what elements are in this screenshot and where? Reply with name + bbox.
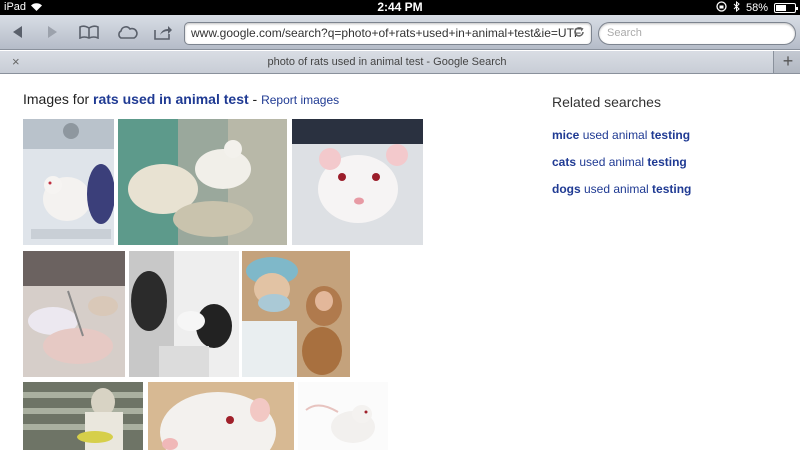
related-term: cats	[552, 155, 577, 169]
rat-dissection-photo	[23, 251, 125, 377]
related-text: used animal	[579, 128, 651, 142]
tab-title: photo of rats used in animal test - Goog…	[267, 56, 507, 68]
back-button[interactable]	[4, 21, 30, 43]
related-term: testing	[652, 182, 692, 196]
reload-icon[interactable]	[573, 25, 585, 41]
image-result[interactable]	[148, 382, 294, 450]
clock: 2:44 PM	[377, 0, 423, 14]
image-result[interactable]	[298, 382, 388, 450]
icloud-tabs-button[interactable]	[114, 21, 140, 43]
related-term: dogs	[552, 182, 581, 196]
rat-on-scale-photo	[23, 119, 114, 245]
browser-toolbar: www.google.com/search?q=photo+of+rats+us…	[0, 15, 800, 50]
image-result[interactable]	[292, 119, 423, 245]
forward-arrow-icon	[48, 26, 57, 38]
tab-active[interactable]: × photo of rats used in animal test - Go…	[0, 51, 774, 73]
status-bar: iPad 2:44 PM 58%	[0, 0, 800, 15]
lab-worker-with-cages-photo	[23, 382, 143, 450]
search-input[interactable]: Search	[598, 22, 796, 45]
results-heading: Images for rats used in animal test - Re…	[23, 91, 339, 107]
share-icon	[154, 25, 172, 40]
white-rat-closeup-photo	[292, 119, 423, 245]
related-search-link[interactable]: cats used animal testing	[552, 155, 687, 169]
researcher-with-monkey-photo	[242, 251, 350, 377]
battery-icon	[774, 3, 798, 13]
related-searches-title: Related searches	[552, 94, 661, 110]
related-search-link[interactable]: dogs used animal testing	[552, 182, 691, 196]
related-term: testing	[647, 155, 687, 169]
bluetooth-icon	[733, 0, 740, 15]
image-result[interactable]	[23, 382, 143, 450]
related-search-link[interactable]: mice used animal testing	[552, 128, 690, 142]
related-text: used animal	[580, 182, 653, 196]
bookmarks-button[interactable]	[76, 21, 102, 43]
image-result[interactable]	[23, 251, 125, 377]
query-link[interactable]: rats used in animal test	[93, 91, 249, 107]
white-rat-standing-photo	[298, 382, 388, 450]
back-arrow-icon	[13, 26, 22, 38]
white-rat-face-photo	[148, 382, 294, 450]
related-term: mice	[552, 128, 580, 142]
report-images-link[interactable]: Report images	[261, 93, 339, 107]
rat-held-by-gloved-hand-photo	[118, 119, 287, 245]
page-content: Images for rats used in animal test - Re…	[0, 75, 800, 450]
lock-rotation-icon	[716, 1, 727, 15]
forward-button[interactable]	[40, 21, 66, 43]
image-result[interactable]	[23, 119, 114, 245]
new-tab-button[interactable]: +	[776, 51, 800, 73]
related-text: used animal	[576, 155, 648, 169]
book-icon	[79, 25, 99, 39]
image-result[interactable]	[118, 119, 287, 245]
cloud-icon	[118, 26, 138, 39]
image-result[interactable]	[242, 251, 350, 377]
lab-worker-black-gloves-photo	[129, 251, 239, 377]
tab-bar: × photo of rats used in animal test - Go…	[0, 51, 800, 74]
heading-prefix: Images for	[23, 91, 94, 107]
image-result[interactable]	[129, 251, 239, 377]
share-button[interactable]	[150, 21, 176, 43]
address-bar[interactable]: www.google.com/search?q=photo+of+rats+us…	[184, 22, 592, 45]
battery-percent: 58%	[745, 2, 768, 14]
heading-separator: -	[248, 91, 262, 107]
related-term: testing	[650, 128, 691, 142]
